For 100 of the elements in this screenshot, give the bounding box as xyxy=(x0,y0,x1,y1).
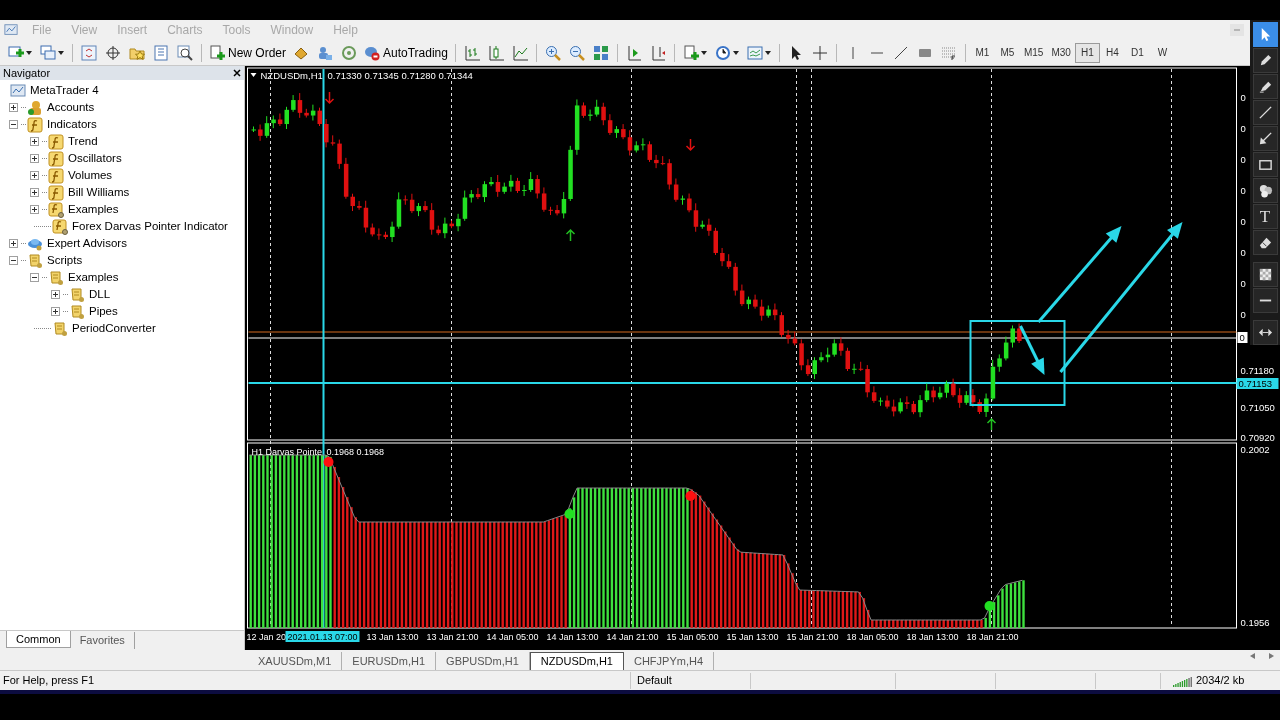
expand-toggle[interactable] xyxy=(30,154,39,163)
autoscroll-icon[interactable] xyxy=(625,44,642,61)
drawing-tool-button[interactable] xyxy=(1252,230,1278,255)
expand-toggle[interactable] xyxy=(9,103,18,112)
caret-icon[interactable] xyxy=(58,50,64,55)
tree-item[interactable]: PeriodConverter xyxy=(72,319,156,338)
tree-item[interactable]: Pipes xyxy=(89,302,118,321)
price-label: 0.70920 xyxy=(1240,432,1275,443)
drawing-tool-button[interactable] xyxy=(1252,320,1278,345)
expand-toggle[interactable] xyxy=(30,188,39,197)
zoom-in-icon[interactable] xyxy=(544,44,561,61)
scroll-right-icon[interactable] xyxy=(1269,653,1274,659)
caret-icon[interactable] xyxy=(732,50,739,55)
tree-item[interactable]: Expert Advisors xyxy=(47,234,127,253)
collapse-toggle[interactable] xyxy=(9,120,18,129)
tree-item[interactable]: Oscillators xyxy=(68,149,122,168)
tree-item[interactable]: Bill Williams xyxy=(68,183,130,202)
new-order-button[interactable]: New Order xyxy=(206,41,289,64)
expand-toggle[interactable] xyxy=(30,137,39,146)
tree-item[interactable]: Scripts xyxy=(47,251,83,270)
tree-item[interactable]: MetaTrader 4 xyxy=(30,81,99,100)
period-button[interactable]: W xyxy=(1149,42,1175,63)
time-label: 14 Jan 05:00 xyxy=(486,632,539,642)
expand-toggle[interactable] xyxy=(51,290,60,299)
window-arrows-icon[interactable] xyxy=(81,44,97,61)
expand-toggle[interactable] xyxy=(30,171,39,180)
tile-windows-icon[interactable] xyxy=(592,44,609,61)
collapse-toggle[interactable] xyxy=(30,273,39,282)
scroll-left-icon[interactable] xyxy=(1250,653,1255,659)
drawing-tool-button[interactable] xyxy=(1252,22,1278,47)
zoom-out-icon[interactable] xyxy=(568,44,585,61)
period-button[interactable]: H4 xyxy=(1099,42,1125,63)
scale-label: 0.2002 xyxy=(1240,444,1270,455)
bar-chart-icon[interactable] xyxy=(463,44,480,61)
period-button[interactable]: M5 xyxy=(994,42,1020,63)
period-button[interactable]: M15 xyxy=(1019,42,1048,63)
candlestick-icon[interactable] xyxy=(487,44,504,61)
period-button[interactable]: M1 xyxy=(969,42,995,63)
magnifier-chart-icon[interactable] xyxy=(177,44,193,61)
indicator-plus-icon[interactable] xyxy=(682,44,699,61)
collapse-toggle[interactable] xyxy=(9,256,18,265)
tree-item[interactable]: Examples xyxy=(68,200,119,219)
chart-tab[interactable]: NZDUSDm,H1 xyxy=(529,652,624,670)
down-arrow-icon xyxy=(324,91,335,105)
clock-icon[interactable] xyxy=(714,44,731,61)
caret-icon[interactable] xyxy=(26,50,32,55)
price-tag: 0.71153 xyxy=(1236,378,1279,389)
scroll-icon xyxy=(52,320,68,337)
fibonacci-icon[interactable] xyxy=(940,44,957,61)
drawing-tool-button[interactable] xyxy=(1252,178,1278,203)
price-label: 0 xyxy=(1240,123,1246,134)
tree-item[interactable]: Examples xyxy=(68,268,119,287)
drawing-tool-button[interactable]: T xyxy=(1252,204,1278,229)
terminal-icon xyxy=(10,82,26,99)
tree-item[interactable]: Trend xyxy=(68,132,98,151)
line-icon xyxy=(1257,105,1273,120)
signal-dot xyxy=(564,509,575,519)
line-chart-icon[interactable] xyxy=(511,44,528,61)
chart-shift-icon[interactable] xyxy=(649,44,666,61)
period-button[interactable]: H1 xyxy=(1074,42,1100,63)
panel-tab[interactable]: Favorites xyxy=(70,632,135,649)
panel-tab[interactable]: Common xyxy=(6,631,71,648)
price-label: 0.71050 xyxy=(1240,402,1275,413)
tree-item[interactable]: Volumes xyxy=(68,166,113,185)
caret-icon[interactable] xyxy=(700,50,707,55)
drawing-tool-button[interactable] xyxy=(1252,74,1278,99)
expand-toggle[interactable] xyxy=(51,307,60,316)
crosshair-icon[interactable] xyxy=(105,44,121,61)
arrow-shape[interactable] xyxy=(1037,226,1122,323)
tree-item[interactable]: DLL xyxy=(89,285,111,304)
people-icon[interactable] xyxy=(317,44,333,61)
panel-title: Navigator xyxy=(3,65,51,81)
expand-toggle[interactable] xyxy=(9,239,18,248)
status-text: For Help, press F1 xyxy=(2,673,96,689)
arrow-shape[interactable] xyxy=(1059,222,1183,373)
close-icon[interactable] xyxy=(233,69,241,77)
rectangle-shape[interactable] xyxy=(969,320,1066,406)
signal-dot xyxy=(323,457,334,467)
drawing-tool-button[interactable] xyxy=(1252,152,1278,177)
signal-icon[interactable] xyxy=(341,44,357,61)
arrow-shape[interactable] xyxy=(1019,325,1045,375)
scroll-icon xyxy=(69,303,85,320)
caret-icon[interactable] xyxy=(764,50,771,55)
drawing-tool-button[interactable] xyxy=(1252,126,1278,151)
period-button[interactable]: M30 xyxy=(1047,42,1075,63)
trend-line-icon[interactable] xyxy=(892,44,909,61)
caret-icon[interactable] xyxy=(250,73,257,77)
price-label: 0 xyxy=(1240,278,1246,289)
checkerboard-icon xyxy=(1257,267,1273,282)
autotrading-button[interactable]: AutoTrading xyxy=(361,41,451,64)
drawing-tool-button[interactable] xyxy=(1252,262,1278,287)
vertical-line[interactable] xyxy=(322,68,325,629)
expand-toggle[interactable] xyxy=(30,205,39,214)
tree-item[interactable]: Accounts xyxy=(47,98,95,117)
crosshair-icon[interactable] xyxy=(811,44,828,61)
tree-item[interactable]: Indicators xyxy=(47,115,97,134)
drawing-tool-button[interactable] xyxy=(1252,48,1278,73)
status-text: Default xyxy=(630,672,750,689)
period-button[interactable]: D1 xyxy=(1124,42,1150,63)
tree-item[interactable]: Forex Darvas Pointer Indicator xyxy=(72,217,228,236)
